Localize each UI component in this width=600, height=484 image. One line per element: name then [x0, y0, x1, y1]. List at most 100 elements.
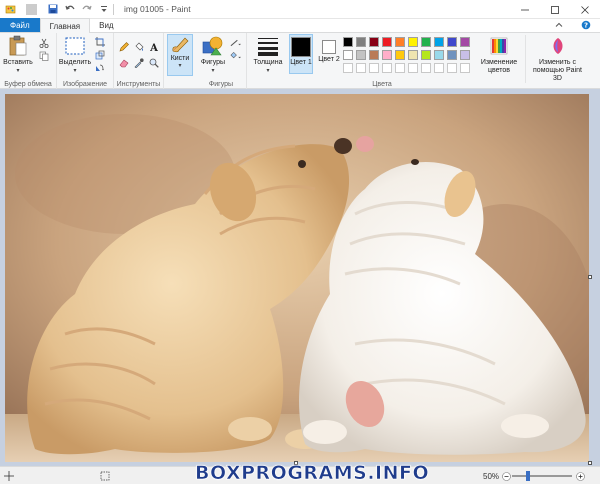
- custom-color-swatch[interactable]: [356, 63, 366, 73]
- palette-color-swatch[interactable]: [395, 50, 405, 60]
- fill-bucket-icon[interactable]: [133, 41, 144, 52]
- save-icon[interactable]: [47, 4, 58, 15]
- zoom-in-button[interactable]: [576, 467, 585, 484]
- palette-color-swatch[interactable]: [408, 50, 418, 60]
- custom-color-swatch[interactable]: [408, 63, 418, 73]
- palette-color-swatch[interactable]: [343, 50, 353, 60]
- shapes-button[interactable]: Фигуры ▾: [198, 35, 228, 75]
- cut-icon[interactable]: [38, 37, 49, 48]
- custom-color-swatch[interactable]: [447, 63, 457, 73]
- palette-color-swatch[interactable]: [382, 50, 392, 60]
- pencil-icon[interactable]: [118, 41, 129, 52]
- palette-color-swatch[interactable]: [460, 50, 470, 60]
- size-button[interactable]: Толщина ▾: [251, 35, 285, 75]
- select-button[interactable]: Выделить ▾: [59, 35, 91, 75]
- copy-icon[interactable]: [38, 50, 49, 61]
- paint3d-button[interactable]: Изменить с помощью Paint 3D: [525, 35, 585, 83]
- tab-home[interactable]: Главная: [39, 18, 91, 33]
- color1-button[interactable]: Цвет 1: [289, 34, 313, 74]
- cursor-position-icon: [4, 467, 14, 484]
- edit-colors-button[interactable]: Изменение цветов: [477, 35, 521, 75]
- palette-color-swatch[interactable]: [421, 50, 431, 60]
- palette-color-swatch[interactable]: [369, 37, 379, 47]
- palette-color-swatch[interactable]: [356, 37, 366, 47]
- select-label: Выделить: [58, 59, 92, 66]
- select-icon: [64, 35, 86, 57]
- group-clipboard: Вставить ▾ Буфер обмена: [0, 33, 57, 89]
- palette-color-swatch[interactable]: [434, 37, 444, 47]
- palette-color-swatch[interactable]: [460, 37, 470, 47]
- palette-color-swatch[interactable]: [447, 50, 457, 60]
- tab-view[interactable]: Вид: [90, 18, 122, 32]
- custom-color-swatch[interactable]: [382, 63, 392, 73]
- selection-size-icon: [100, 467, 110, 484]
- chevron-down-icon: ▾: [178, 63, 182, 69]
- color1-label: Цвет 1: [290, 59, 312, 66]
- palette-color-swatch[interactable]: [447, 37, 457, 47]
- color-picker-icon[interactable]: [133, 57, 144, 68]
- shapes-group-label: Фигуры: [208, 81, 234, 88]
- custom-color-swatch[interactable]: [434, 63, 444, 73]
- paste-icon: [7, 35, 29, 57]
- chevron-down-icon: ▾: [211, 68, 215, 74]
- color2-swatch: [322, 40, 336, 54]
- redo-icon[interactable]: [81, 4, 92, 15]
- magnifier-icon[interactable]: [148, 57, 159, 68]
- canvas-area[interactable]: [0, 89, 600, 466]
- chevron-up-icon: [555, 22, 563, 27]
- fill-icon[interactable]: [230, 50, 241, 61]
- group-shapes: Фигуры ▾ Фигуры: [196, 33, 247, 89]
- paint3d-icon: [547, 35, 569, 57]
- title-bar: img 01005 - Paint: [0, 0, 600, 19]
- zoom-slider-thumb[interactable]: [526, 471, 530, 481]
- minimize-ribbon-button[interactable]: [546, 18, 572, 32]
- puppies-photo: [5, 94, 589, 462]
- brush-icon: [170, 35, 190, 55]
- text-icon[interactable]: A: [148, 41, 159, 52]
- custom-color-swatch[interactable]: [421, 63, 431, 73]
- palette-color-swatch[interactable]: [382, 37, 392, 47]
- custom-color-swatch[interactable]: [369, 63, 379, 73]
- paste-button[interactable]: Вставить ▾: [3, 35, 33, 75]
- maximize-button[interactable]: [540, 0, 570, 19]
- clipboard-group-label: Буфер обмена: [4, 81, 52, 88]
- group-brushes: Кисти ▾: [164, 33, 196, 89]
- eraser-icon[interactable]: [118, 57, 129, 68]
- canvas-image[interactable]: [5, 94, 589, 462]
- custom-color-swatch[interactable]: [343, 63, 353, 73]
- brushes-button[interactable]: Кисти ▾: [167, 34, 193, 76]
- palette-color-swatch[interactable]: [434, 50, 444, 60]
- palette-color-swatch[interactable]: [356, 50, 366, 60]
- palette-color-swatch[interactable]: [395, 37, 405, 47]
- palette-color-swatch[interactable]: [369, 50, 379, 60]
- palette-color-swatch[interactable]: [343, 37, 353, 47]
- close-button[interactable]: [570, 0, 600, 19]
- line-thickness-icon: [257, 35, 279, 57]
- resize-icon[interactable]: [94, 49, 105, 60]
- customize-toolbar-icon[interactable]: [98, 4, 109, 15]
- rotate-icon[interactable]: [94, 62, 105, 73]
- zoom-slider-track[interactable]: [512, 475, 572, 477]
- palette-color-swatch[interactable]: [421, 37, 431, 47]
- tools-group-label: Инструменты: [116, 81, 161, 88]
- resize-handle-right[interactable]: [588, 275, 592, 279]
- shapes-label: Фигуры: [200, 59, 226, 66]
- resize-handle-corner[interactable]: [588, 461, 592, 465]
- color2-button[interactable]: Цвет 2: [317, 35, 341, 71]
- tab-file[interactable]: Файл: [0, 18, 40, 32]
- zoom-out-button[interactable]: [502, 467, 511, 484]
- help-icon: ?: [581, 20, 591, 30]
- group-size: Толщина ▾: [247, 33, 287, 89]
- palette-color-swatch[interactable]: [408, 37, 418, 47]
- crop-icon[interactable]: [94, 36, 105, 47]
- undo-icon[interactable]: [64, 4, 75, 15]
- svg-text:?: ?: [584, 22, 588, 30]
- group-image: Выделить ▾ Изображение: [57, 33, 114, 89]
- outline-icon[interactable]: [230, 37, 241, 48]
- ribbon: Вставить ▾ Буфер обмена Выделить ▾ Изобр…: [0, 33, 600, 89]
- help-button[interactable]: ?: [572, 18, 600, 32]
- custom-color-swatch[interactable]: [460, 63, 470, 73]
- minimize-button[interactable]: [510, 0, 540, 19]
- brushes-label: Кисти: [170, 55, 190, 62]
- custom-color-swatch[interactable]: [395, 63, 405, 73]
